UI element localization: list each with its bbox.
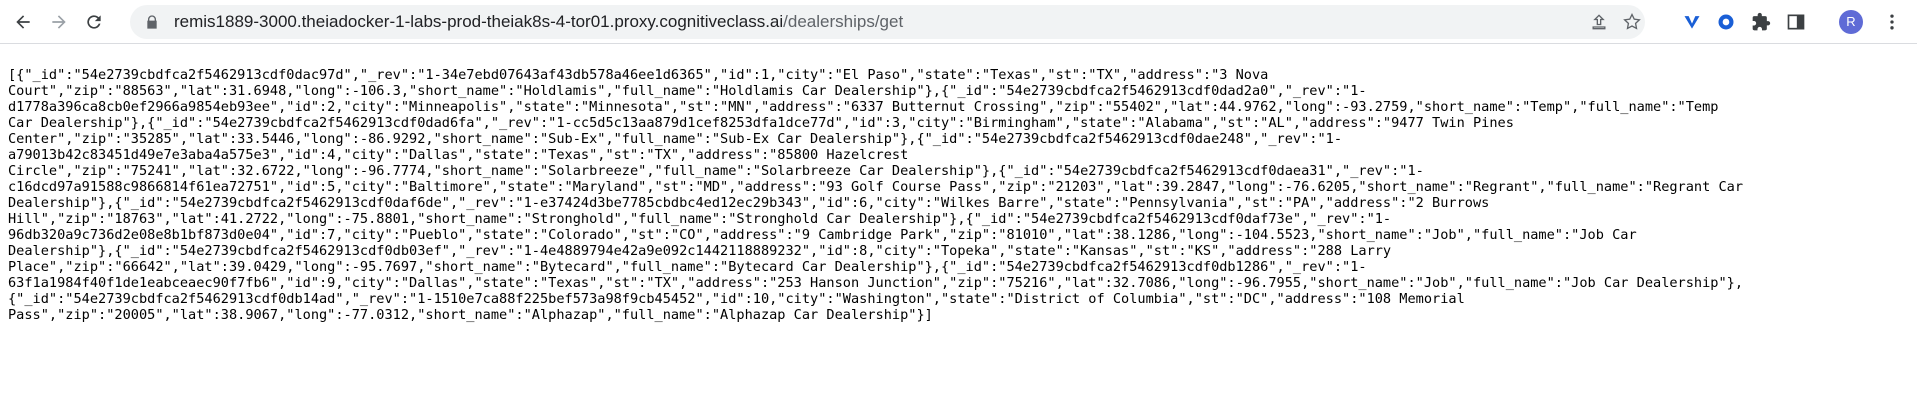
- extension-v-icon[interactable]: [1681, 11, 1703, 33]
- url-text[interactable]: remis1889-3000.theiadocker-1-labs-prod-t…: [174, 13, 903, 31]
- extension-circle-icon[interactable]: [1715, 11, 1737, 33]
- browser-toolbar: remis1889-3000.theiadocker-1-labs-prod-t…: [0, 0, 1917, 44]
- json-line: Circle","zip":"75241","lat":32.6722,"lon…: [8, 163, 1424, 179]
- json-line: Center","zip":"35285","lat":33.5446,"lon…: [8, 131, 1343, 147]
- puzzle-icon[interactable]: [1750, 11, 1772, 33]
- json-line: 96db320a9c736d2e08e8b1bf873d0e04","id":7…: [8, 227, 1637, 243]
- json-response-body: [{"_id":"54e2739cbdfca2f5462913cdf0dac97…: [0, 44, 1917, 417]
- url-host: remis1889-3000.theiadocker-1-labs-prod-t…: [174, 12, 784, 31]
- json-line: d1778a396ca8cb0ef2966a9854eb93ee","id":2…: [8, 99, 1719, 115]
- json-line: c16dcd97a91588c9866814f61ea72751","id":5…: [8, 179, 1744, 195]
- json-line: Dealership"},{"_id":"54e2739cbdfca2f5462…: [8, 243, 1392, 259]
- json-line: Dealership"},{"_id":"54e2739cbdfca2f5462…: [8, 195, 1490, 211]
- json-line: Hill","zip":"18763","lat":41.2722,"long"…: [8, 211, 1392, 227]
- json-line: Pass","zip":"20005","lat":38.9067,"long"…: [8, 307, 933, 323]
- forward-icon[interactable]: [43, 6, 75, 38]
- share-icon[interactable]: [1589, 12, 1609, 32]
- kebab-menu-icon[interactable]: [1882, 12, 1902, 32]
- json-line: a79013b42c83451d49e7e3aba4a575e3","id":4…: [8, 147, 909, 163]
- json-line: Car Dealership"},{"_id":"54e2739cbdfca2f…: [8, 115, 1514, 131]
- lock-icon[interactable]: [144, 14, 160, 30]
- reload-icon[interactable]: [78, 6, 110, 38]
- back-icon[interactable]: [7, 6, 39, 38]
- json-line: {"_id":"54e2739cbdfca2f5462913cdf0db14ad…: [8, 291, 1465, 307]
- json-line: Court","zip":"88563","lat":31.6948,"long…: [8, 83, 1367, 99]
- profile-avatar[interactable]: R: [1839, 10, 1863, 34]
- json-line: 63f1a1984f40f1de1eabceaec90f7fb6","id":9…: [8, 275, 1744, 291]
- json-line: Place","zip":"66642","lat":39.0429,"long…: [8, 259, 1367, 275]
- url-path: /dealerships/get: [783, 12, 904, 31]
- star-icon[interactable]: [1622, 12, 1642, 32]
- address-bar[interactable]: remis1889-3000.theiadocker-1-labs-prod-t…: [130, 5, 1645, 39]
- json-line: [{"_id":"54e2739cbdfca2f5462913cdf0dac97…: [8, 67, 1269, 83]
- sidebar-icon[interactable]: [1785, 11, 1807, 33]
